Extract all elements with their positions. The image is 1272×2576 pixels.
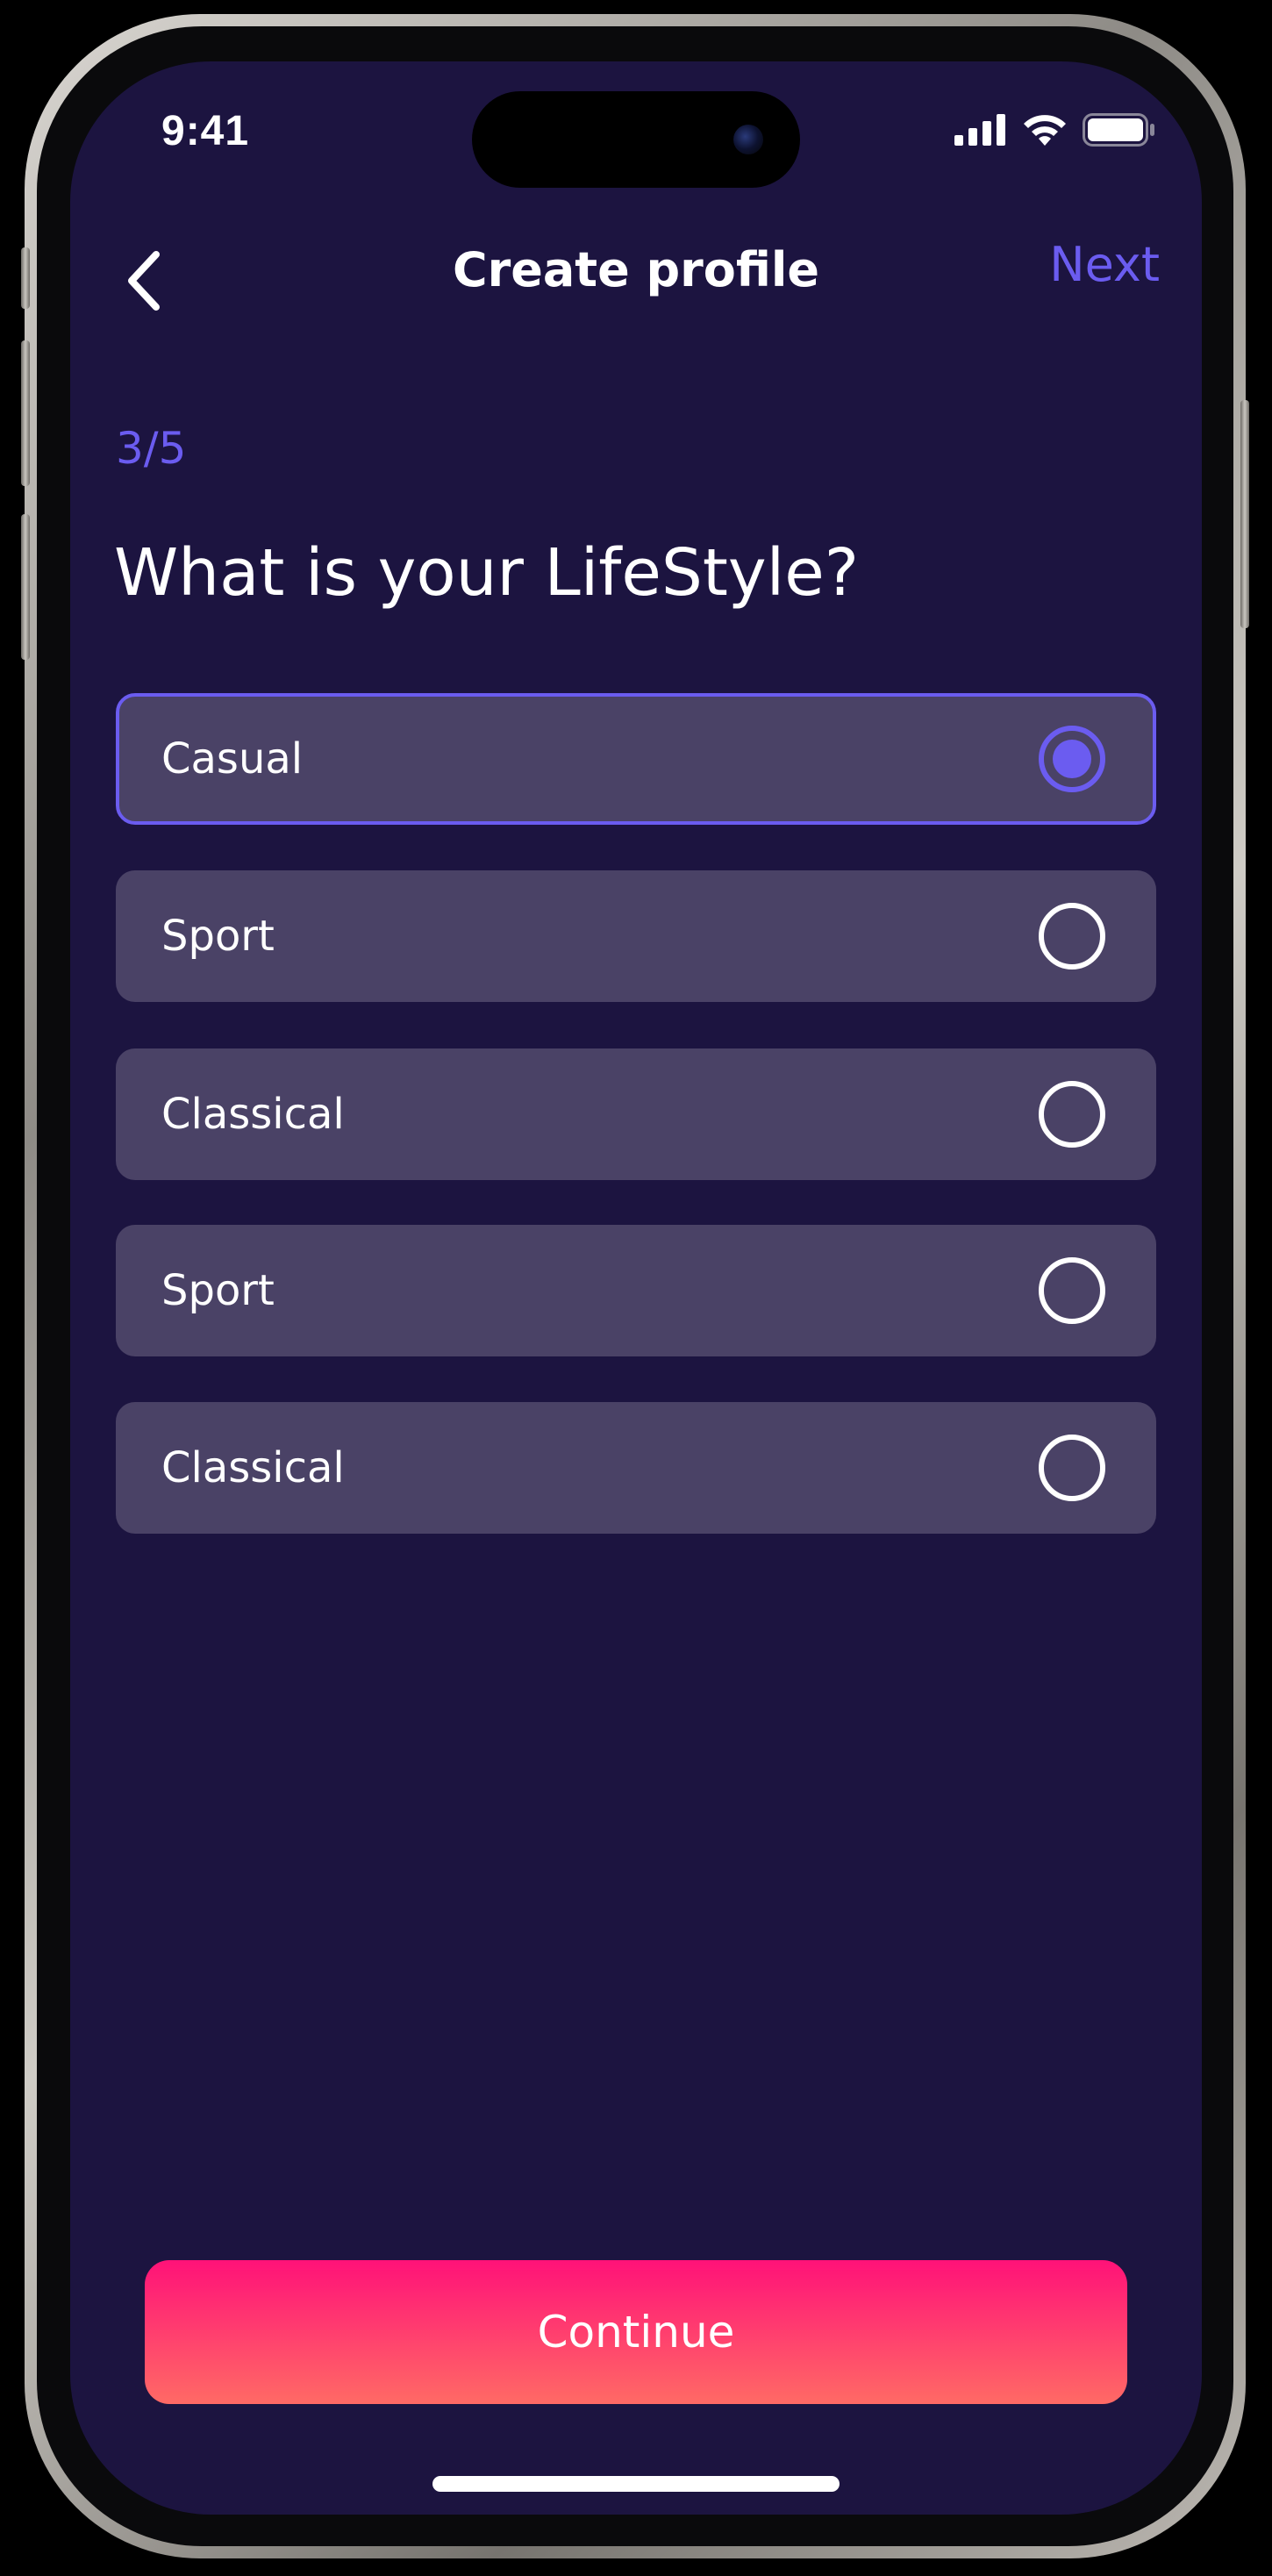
option-sport-2[interactable]: Sport <box>116 1225 1156 1356</box>
wifi-icon <box>1024 115 1066 146</box>
radio-selected-icon[interactable] <box>1039 726 1105 792</box>
page-title: Create profile <box>452 242 820 297</box>
radio-unselected-icon[interactable] <box>1039 1081 1105 1148</box>
option-sport[interactable]: Sport <box>116 870 1156 1002</box>
dynamic-island <box>472 91 800 188</box>
option-label: Casual <box>161 734 304 784</box>
camera-icon <box>733 125 763 154</box>
question-heading: What is your LifeStyle? <box>114 535 860 611</box>
next-button[interactable]: Next <box>1049 237 1160 292</box>
volume-up-button <box>21 340 30 486</box>
app-screen: 9:41 Create profile Next 3/5 What is you… <box>70 61 1202 2515</box>
action-button <box>21 247 30 309</box>
status-icons <box>954 112 1156 147</box>
option-classical-2[interactable]: Classical <box>116 1402 1156 1534</box>
radio-unselected-icon[interactable] <box>1039 903 1105 970</box>
volume-down-button <box>21 514 30 660</box>
step-indicator: 3/5 <box>116 423 187 474</box>
option-casual[interactable]: Casual <box>116 693 1156 825</box>
option-label: Sport <box>161 1266 275 1315</box>
option-classical[interactable]: Classical <box>116 1048 1156 1180</box>
radio-unselected-icon[interactable] <box>1039 1435 1105 1501</box>
continue-button[interactable]: Continue <box>145 2260 1127 2404</box>
signal-icon <box>954 114 1005 146</box>
radio-dot <box>1053 740 1091 778</box>
option-label: Classical <box>161 1090 345 1139</box>
status-time: 9:41 <box>161 108 250 154</box>
option-label: Classical <box>161 1443 345 1492</box>
home-indicator[interactable] <box>432 2476 840 2492</box>
battery-icon <box>1083 113 1154 147</box>
option-label: Sport <box>161 912 275 961</box>
radio-unselected-icon[interactable] <box>1039 1257 1105 1324</box>
power-button <box>1240 400 1249 628</box>
